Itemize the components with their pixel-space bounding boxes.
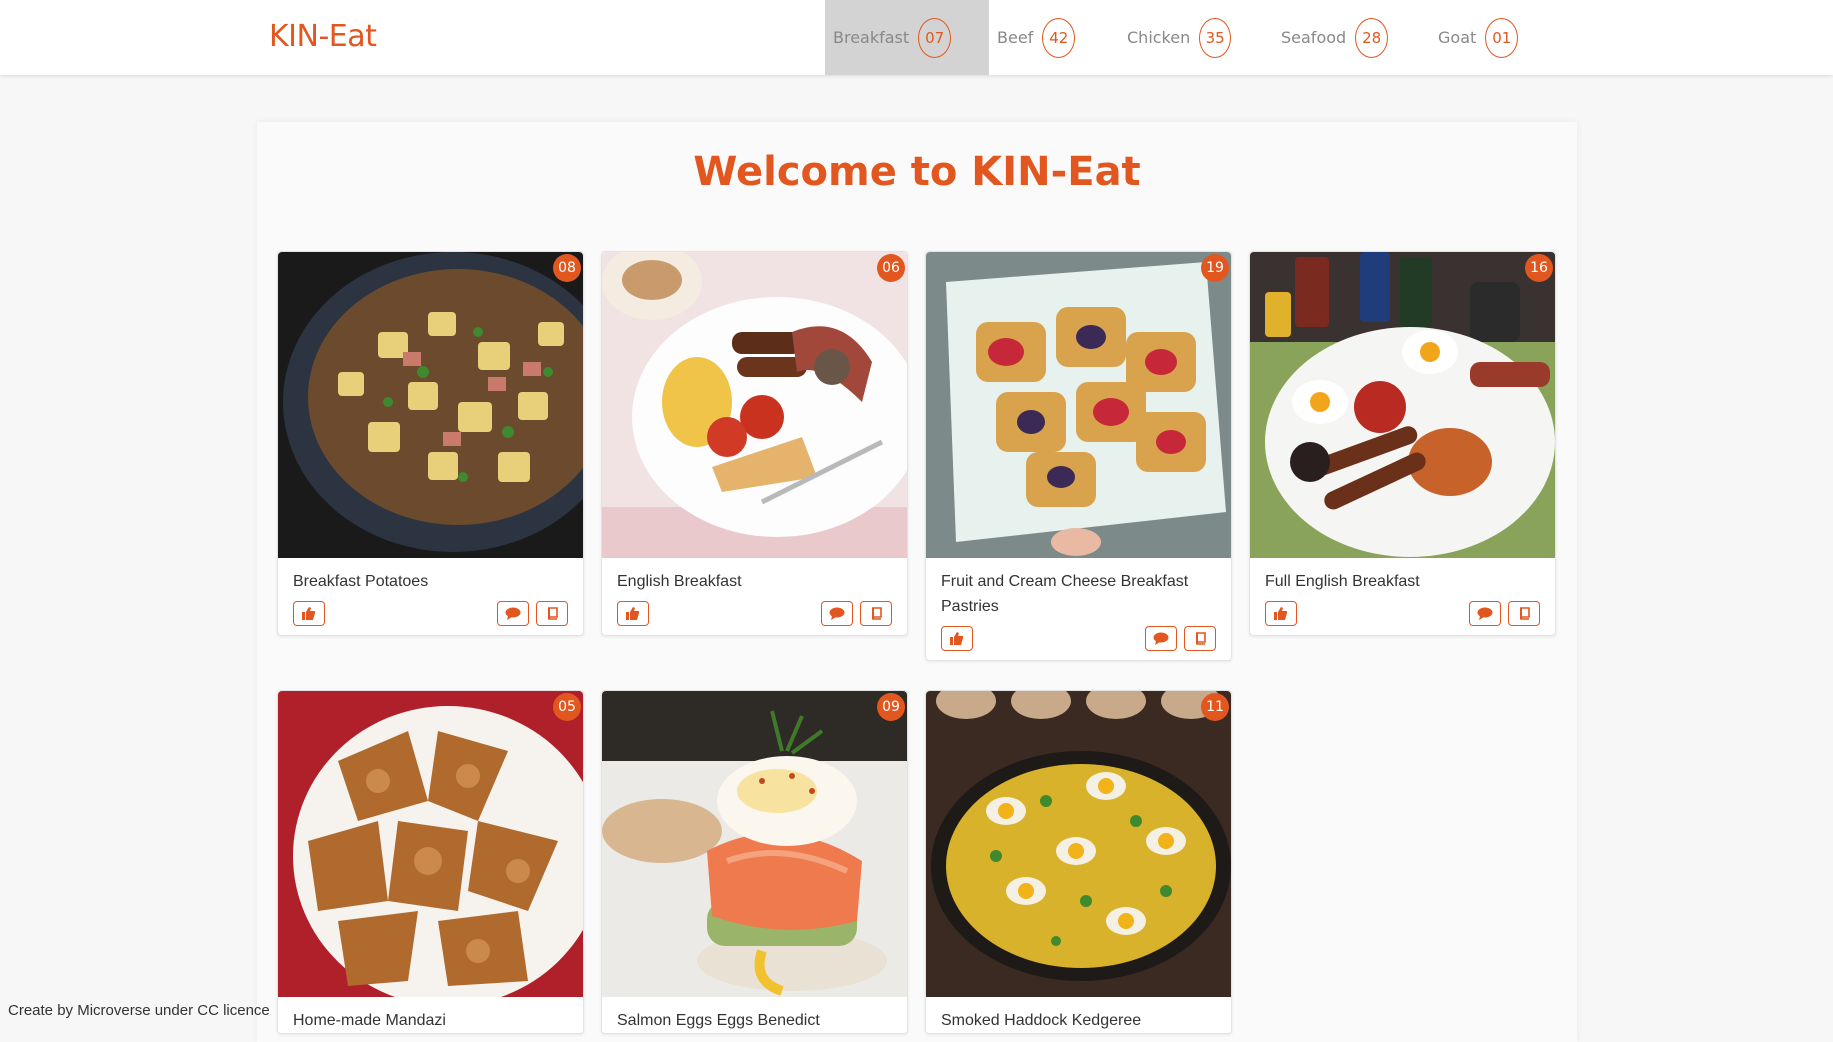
nav-count-badge: 42 [1042, 17, 1076, 58]
meal-card[interactable]: 08 Breakfast Potatoes [277, 251, 584, 636]
brand-logo[interactable]: KIN-Eat [269, 19, 377, 54]
nav-count-badge: 28 [1355, 17, 1389, 58]
book-icon [1519, 607, 1530, 620]
navbar: KIN-Eat Breakfast 07 Beef 42 Chicken 35 … [0, 0, 1833, 75]
meal-card[interactable]: 11 Smoked Haddock Kedgeree [925, 690, 1232, 1034]
meal-image[interactable]: 16 [1250, 252, 1555, 558]
nav-label: Goat [1438, 28, 1477, 47]
recipe-button[interactable] [536, 601, 568, 626]
thumbs-up-icon [626, 607, 639, 620]
meal-title[interactable]: Home-made Mandazi [278, 997, 583, 1033]
nav-label: Beef [997, 28, 1034, 47]
comment-count-badge: 08 [553, 254, 581, 282]
nav-count-badge: 01 [1485, 17, 1519, 58]
nav-label: Seafood [1281, 28, 1347, 47]
comment-button[interactable] [821, 601, 853, 626]
meal-image[interactable]: 06 [602, 252, 907, 558]
page-title: Welcome to KIN-Eat [693, 149, 1141, 195]
nav-count-badge: 07 [918, 17, 952, 58]
nav-label: Breakfast [833, 28, 910, 47]
book-icon [871, 607, 882, 620]
meal-image[interactable]: 08 [278, 252, 583, 558]
meal-image[interactable]: 19 [926, 252, 1231, 558]
footer-credit: Create by Microverse under CC licence [8, 1002, 270, 1019]
meal-title[interactable]: Salmon Eggs Eggs Benedict [602, 997, 907, 1033]
comment-icon [1477, 607, 1493, 620]
thumbs-up-icon [1274, 607, 1287, 620]
comment-icon [505, 607, 521, 620]
nav-item-chicken[interactable]: Chicken 35 [1119, 0, 1239, 75]
main-container: Welcome to KIN-Eat 08 Breakfast Potatoes… [257, 122, 1577, 1042]
card-actions [1265, 601, 1540, 627]
comment-count-badge: 19 [1201, 254, 1229, 282]
recipe-button[interactable] [1508, 601, 1540, 626]
nav-item-seafood[interactable]: Seafood 28 [1273, 0, 1398, 75]
meal-image[interactable]: 09 [602, 691, 907, 997]
meal-card[interactable]: 06 English Breakfast [601, 251, 908, 636]
meal-title[interactable]: Fruit and Cream Cheese Breakfast Pastrie… [926, 558, 1231, 619]
meal-card[interactable]: 16 Full English Breakfast [1249, 251, 1556, 636]
book-icon [1195, 632, 1206, 645]
card-actions [941, 626, 1216, 652]
comment-count-badge: 09 [877, 693, 905, 721]
book-icon [547, 607, 558, 620]
like-button[interactable] [293, 601, 325, 626]
card-actions [617, 601, 892, 627]
nav-item-goat[interactable]: Goat 01 [1430, 0, 1530, 75]
comment-count-badge: 11 [1201, 693, 1229, 721]
comment-count-badge: 05 [553, 693, 581, 721]
nav-item-beef[interactable]: Beef 42 [989, 0, 1084, 75]
nav-item-breakfast[interactable]: Breakfast 07 [825, 0, 989, 75]
meal-image[interactable]: 11 [926, 691, 1231, 997]
comment-count-badge: 06 [877, 254, 905, 282]
thumbs-up-icon [302, 607, 315, 620]
comment-button[interactable] [1469, 601, 1501, 626]
card-actions [293, 601, 568, 627]
comment-count-badge: 16 [1525, 254, 1553, 282]
meal-title[interactable]: Breakfast Potatoes [278, 558, 583, 594]
meal-title[interactable]: Full English Breakfast [1250, 558, 1555, 594]
like-button[interactable] [617, 601, 649, 626]
like-button[interactable] [1265, 601, 1297, 626]
recipe-button[interactable] [860, 601, 892, 626]
nav-label: Chicken [1127, 28, 1191, 47]
recipe-button[interactable] [1184, 626, 1216, 651]
meal-card[interactable]: 05 Home-made Mandazi [277, 690, 584, 1034]
thumbs-up-icon [950, 632, 963, 645]
comment-button[interactable] [497, 601, 529, 626]
meal-title[interactable]: Smoked Haddock Kedgeree [926, 997, 1231, 1033]
meal-card[interactable]: 19 Fruit and Cream Cheese Breakfast Past… [925, 251, 1232, 661]
meal-image[interactable]: 05 [278, 691, 583, 997]
like-button[interactable] [941, 626, 973, 651]
meal-card[interactable]: 09 Salmon Eggs Eggs Benedict [601, 690, 908, 1034]
comment-button[interactable] [1145, 626, 1177, 651]
comment-icon [1153, 632, 1169, 645]
comment-icon [829, 607, 845, 620]
nav-count-badge: 35 [1199, 17, 1231, 58]
meal-title[interactable]: English Breakfast [602, 558, 907, 594]
